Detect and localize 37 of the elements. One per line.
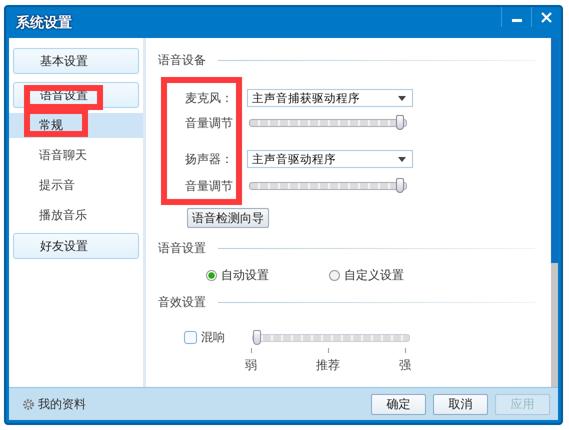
- window-title: 系统设置: [15, 14, 72, 32]
- profile-link[interactable]: 我的资料: [22, 396, 86, 412]
- category-button[interactable]: 基本设置: [13, 48, 139, 74]
- device-dropdown[interactable]: 主声音驱动程序: [247, 150, 413, 168]
- dialog-button[interactable]: 确定: [371, 394, 426, 414]
- field-label: 音量调节: [184, 178, 234, 194]
- minimize-icon: [512, 18, 522, 22]
- slider-thumb[interactable]: [396, 115, 404, 130]
- field-label: 音量调节: [184, 114, 234, 132]
- radio-option[interactable]: 自动设置: [206, 267, 269, 284]
- device-dropdown[interactable]: 主声音捕获驱动程序: [247, 89, 413, 107]
- gear-icon: [22, 398, 35, 410]
- slider-thumb[interactable]: [253, 330, 261, 345]
- radio-option[interactable]: 自定义设置: [329, 267, 404, 284]
- section-title: 语音设备: [158, 52, 206, 69]
- sidebar-item[interactable]: 语音聊天: [9, 143, 143, 168]
- scrollbar[interactable]: [551, 38, 558, 387]
- field-label: 扬声器：: [184, 150, 234, 168]
- tick-label: 推荐: [316, 357, 340, 374]
- dropdown-arrow-icon: [398, 96, 406, 100]
- section-title: 语音设置: [158, 240, 206, 257]
- field-label: 麦克风：: [184, 90, 234, 106]
- close-icon: [541, 12, 552, 22]
- checkbox[interactable]: [184, 330, 197, 344]
- section-title: 音效设置: [158, 294, 206, 311]
- wizard-button[interactable]: 语音检测向导: [187, 208, 269, 228]
- category-button[interactable]: 好友设置: [13, 233, 139, 259]
- reverb-option[interactable]: 混响: [184, 329, 250, 345]
- dropdown-arrow-icon: [398, 156, 406, 162]
- sidebar-item[interactable]: 提示音: [9, 173, 143, 198]
- slider-thumb[interactable]: [396, 178, 404, 193]
- radio-button[interactable]: [206, 270, 217, 281]
- tick-label: 强: [399, 357, 411, 374]
- tick-label: 弱: [245, 357, 257, 374]
- dialog-button[interactable]: 取消: [433, 394, 488, 414]
- radio-button[interactable]: [329, 270, 340, 281]
- sidebar-item[interactable]: 播放音乐: [9, 203, 143, 228]
